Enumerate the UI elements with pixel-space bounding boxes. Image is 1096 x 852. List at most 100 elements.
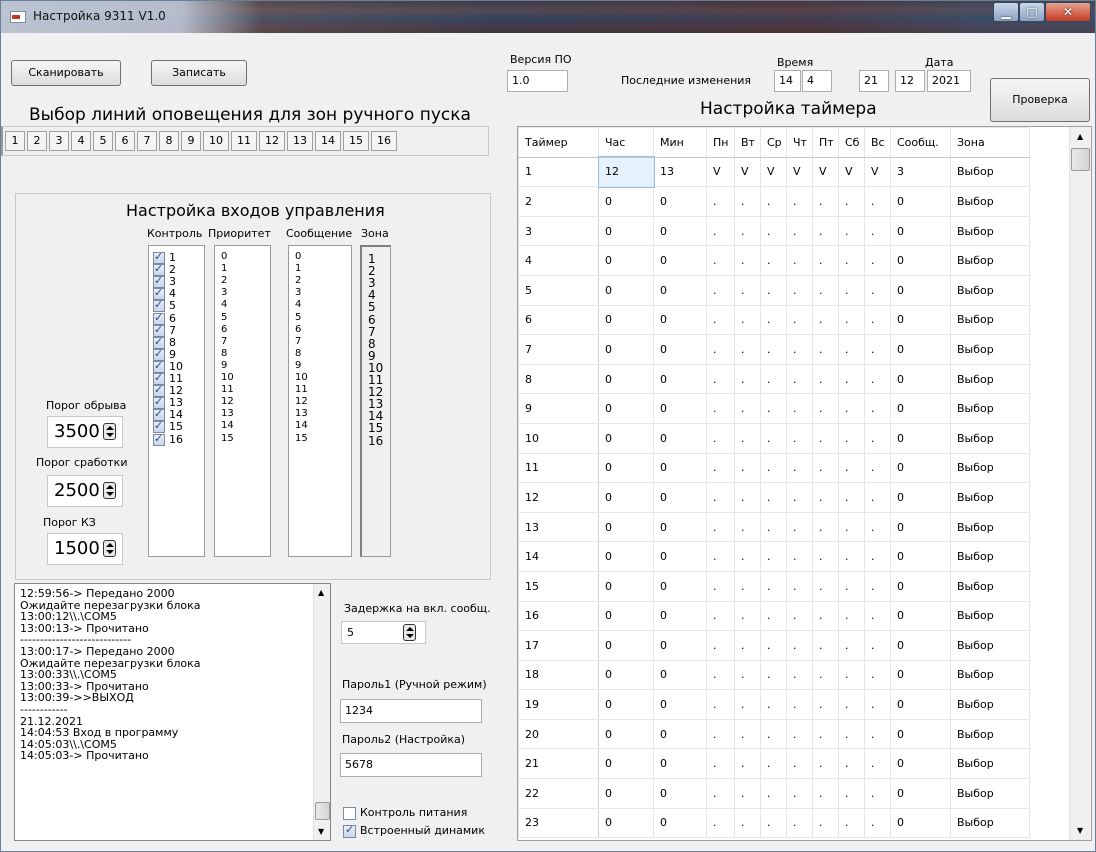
timer-cell[interactable]: . (838, 689, 865, 720)
spinner-arrows-icon[interactable] (103, 540, 116, 557)
timer-cell[interactable]: . (760, 482, 787, 513)
timer-cell[interactable]: Выбор (950, 304, 1030, 336)
timer-cell[interactable]: . (864, 511, 891, 543)
timer-cell[interactable]: . (838, 304, 865, 336)
check-button[interactable]: Проверка (990, 78, 1090, 122)
message-item[interactable]: 15 (295, 433, 308, 444)
line-select-7[interactable]: 7 (137, 131, 157, 151)
timer-cell[interactable]: . (760, 748, 787, 780)
timer-cell[interactable]: . (706, 541, 735, 572)
timer-cell[interactable]: Выбор (950, 630, 1030, 661)
priority-item[interactable]: 9 (221, 360, 227, 371)
timer-cell[interactable]: . (760, 215, 787, 247)
timer-cell[interactable]: . (838, 393, 865, 424)
timer-cell[interactable]: V (838, 156, 865, 188)
timer-cell[interactable]: . (838, 600, 865, 632)
timer-cell[interactable]: . (734, 689, 761, 720)
timer-cell[interactable]: . (734, 748, 761, 780)
message-item[interactable]: 11 (295, 384, 308, 395)
timer-cell[interactable]: . (838, 334, 865, 365)
log-scrollbar[interactable]: ▲ ▼ (313, 584, 330, 840)
line-select-8[interactable]: 8 (159, 131, 179, 151)
timer-cell[interactable]: . (812, 452, 839, 484)
timer-cell[interactable]: 0 (653, 452, 707, 484)
spinner-arrows-icon[interactable] (103, 482, 116, 499)
timer-cell[interactable]: . (864, 245, 891, 276)
timer-grid[interactable]: Таймер Час Мин Пн Вт Ср Чт Пт Сб Вс Сообщ. Зона 1 12… (517, 126, 1092, 841)
timer-cell[interactable]: . (864, 393, 891, 424)
line-select-9[interactable]: 9 (181, 131, 201, 151)
timer-cell[interactable]: . (760, 718, 787, 750)
timer-cell[interactable]: . (786, 630, 813, 661)
timer-cell[interactable]: 0 (653, 215, 707, 247)
timer-cell[interactable]: 0 (598, 748, 654, 780)
timer-cell[interactable]: 0 (890, 570, 951, 602)
timer-cell[interactable]: 0 (653, 541, 707, 572)
timer-cell[interactable]: 0 (653, 630, 707, 661)
timer-cell[interactable]: . (812, 718, 839, 750)
timer-cell[interactable]: . (864, 274, 891, 306)
timer-cell[interactable]: . (812, 215, 839, 247)
timer-cell[interactable]: . (786, 363, 813, 395)
timer-cell[interactable]: . (786, 600, 813, 632)
power-control-checkbox[interactable] (343, 807, 356, 820)
timer-cell[interactable]: . (734, 334, 761, 365)
spinner-arrows-icon[interactable] (103, 423, 116, 440)
line-select-6[interactable]: 6 (115, 131, 135, 151)
timer-cell[interactable]: . (706, 274, 735, 306)
timer-cell[interactable]: . (734, 570, 761, 602)
timer-cell[interactable]: . (838, 482, 865, 513)
timer-cell[interactable]: . (760, 422, 787, 454)
timer-cell[interactable]: . (838, 186, 865, 217)
timer-cell[interactable]: . (760, 541, 787, 572)
timer-cell[interactable]: 0 (653, 393, 707, 424)
timer-cell[interactable]: . (812, 570, 839, 602)
timer-cell[interactable]: . (864, 689, 891, 720)
timer-cell[interactable]: 0 (598, 363, 654, 395)
maximize-button[interactable]: □ (1019, 2, 1045, 22)
timer-cell[interactable]: 0 (653, 659, 707, 691)
timer-cell[interactable]: . (812, 630, 839, 661)
timer-cell[interactable]: . (734, 807, 761, 839)
priority-item[interactable]: 14 (221, 420, 234, 431)
timer-cell[interactable]: 0 (890, 393, 951, 424)
timer-cell[interactable]: . (864, 334, 891, 365)
timer-cell[interactable]: Выбор (950, 482, 1030, 513)
close-button[interactable]: ✕ (1045, 2, 1091, 22)
timer-cell[interactable]: 0 (598, 600, 654, 632)
spinner-arrows-icon[interactable] (403, 624, 416, 641)
timer-cell[interactable]: Выбор (950, 245, 1030, 276)
timer-cell[interactable]: . (734, 778, 761, 809)
timer-cell[interactable]: Выбор (950, 600, 1030, 632)
scroll-down-icon[interactable]: ▼ (1077, 826, 1083, 835)
timer-cell[interactable]: 0 (653, 748, 707, 780)
password1-field[interactable]: 1234 (340, 699, 482, 723)
minimize-button[interactable]: ▁ (993, 2, 1019, 22)
timer-cell[interactable]: . (812, 422, 839, 454)
last-change-day[interactable]: 21 (859, 70, 889, 92)
timer-cell[interactable]: 0 (598, 511, 654, 543)
timer-cell[interactable]: . (786, 570, 813, 602)
timer-cell[interactable]: 0 (890, 748, 951, 780)
timer-cell[interactable]: 0 (653, 718, 707, 750)
password2-field[interactable]: 5678 (340, 753, 482, 777)
timer-cell[interactable]: 0 (653, 304, 707, 336)
timer-cell[interactable]: . (864, 659, 891, 691)
timer-cell[interactable]: V (706, 156, 735, 188)
timer-cell[interactable]: 0 (598, 245, 654, 276)
timer-cell[interactable]: 0 (598, 334, 654, 365)
message-item[interactable]: 12 (295, 396, 308, 407)
timer-cell[interactable]: . (812, 393, 839, 424)
timer-cell[interactable]: . (838, 570, 865, 602)
priority-item[interactable]: 7 (221, 336, 227, 347)
timer-cell[interactable]: . (760, 511, 787, 543)
timer-cell[interactable]: . (812, 363, 839, 395)
timer-cell[interactable]: 0 (890, 541, 951, 572)
timer-cell[interactable]: . (786, 748, 813, 780)
timer-cell[interactable]: Выбор (950, 274, 1030, 306)
timer-cell[interactable]: . (786, 304, 813, 336)
timer-cell[interactable]: Выбор (950, 334, 1030, 365)
priority-item[interactable]: 15 (221, 433, 234, 444)
timer-cell[interactable]: . (838, 215, 865, 247)
timer-cell[interactable]: 0 (598, 393, 654, 424)
